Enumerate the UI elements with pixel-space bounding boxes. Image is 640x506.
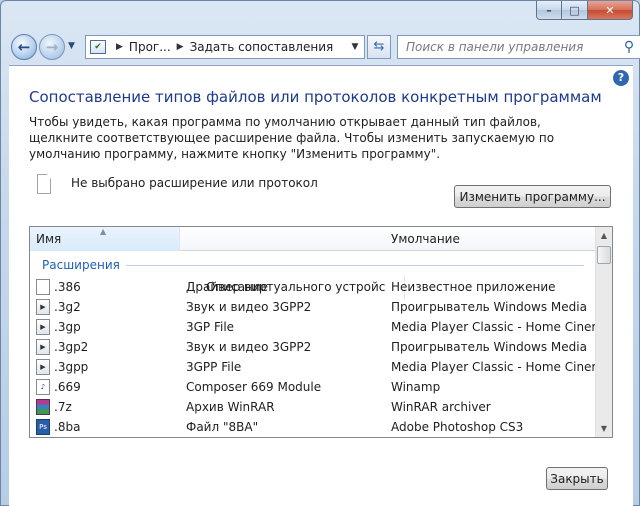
content-area: ? Сопоставление типов файлов или протоко…	[9, 65, 633, 506]
table-row[interactable]: .7z Архив WinRAR WinRAR archiver	[30, 397, 596, 417]
address-dropdown-icon[interactable]: ▼	[346, 42, 364, 52]
table-row[interactable]: ♪ .669 Composer 669 Module Winamp	[30, 377, 596, 397]
breadcrumb-separator-icon[interactable]: ▶	[116, 42, 123, 52]
group-header-extensions[interactable]: Расширения	[42, 257, 584, 273]
media-file-icon: ▶	[36, 319, 50, 335]
cell-description: Драйвер виртуального устройства	[186, 280, 385, 294]
cell-name: Ps .8ba	[30, 419, 180, 435]
cell-description: Архив WinRAR	[186, 400, 275, 414]
cell-name: ♪ .669	[30, 379, 180, 395]
column-header-name[interactable]: ▲ Имя	[30, 227, 180, 251]
extension-label: .386	[54, 280, 81, 294]
file-types-list[interactable]: ▲ Имя Описание Умолчание Расширения .386…	[29, 226, 613, 438]
media-file-icon: ▶	[36, 359, 50, 375]
cell-default: Проигрыватель Windows Media	[391, 300, 587, 314]
minimize-button[interactable]: –	[536, 1, 562, 20]
window-frame: – □ ✕ ← → ▼ ✔ ▶ Прог... ▶ Задать сопоста…	[0, 0, 640, 506]
table-row[interactable]: .386 Драйвер виртуального устройства Неи…	[30, 277, 596, 297]
address-bar[interactable]: ✔ ▶ Прог... ▶ Задать сопоставления ▼	[85, 35, 365, 59]
selection-text: Не выбрано расширение или протокол	[71, 176, 318, 190]
extension-label: .3gp	[54, 320, 81, 334]
list-rows: .386 Драйвер виртуального устройства Неи…	[30, 277, 596, 437]
close-window-button[interactable]: ✕	[588, 1, 633, 20]
table-row[interactable]: ▶ .3gp2 Звук и видео 3GPP2 Проигрыватель…	[30, 337, 596, 357]
extension-label: .3gpp	[54, 360, 89, 374]
photoshop-file-icon: Ps	[36, 419, 50, 435]
breadcrumb-programs[interactable]: Прог...	[129, 40, 171, 54]
cell-name: ▶ .3gp	[30, 319, 180, 335]
cell-name: .386	[30, 279, 180, 295]
column-header-default-label: Умолчание	[391, 232, 460, 246]
scrollbar-thumb[interactable]	[597, 246, 611, 264]
group-label: Расширения	[42, 258, 120, 272]
close-button[interactable]: Закрыть	[546, 467, 608, 490]
extension-label: .7z	[54, 400, 72, 414]
scroll-up-icon[interactable]: ▲	[596, 227, 612, 244]
winamp-file-icon: ♪	[36, 379, 50, 395]
cell-default: Adobe Photoshop CS3	[391, 420, 524, 434]
search-input[interactable]	[406, 40, 618, 54]
cell-description: 3GP File	[186, 320, 235, 334]
cell-default: Неизвестное приложение	[391, 280, 556, 294]
cell-default: Media Player Classic - Home Cinema	[391, 360, 596, 374]
cell-default: Winamp	[391, 380, 441, 394]
arrow-left-icon: ←	[17, 38, 31, 56]
forward-button[interactable]: →	[39, 34, 65, 60]
media-file-icon: ▶	[36, 339, 50, 355]
arrow-right-icon: →	[45, 38, 59, 56]
cell-default: WinRAR archiver	[391, 400, 491, 414]
winrar-file-icon	[36, 399, 50, 415]
search-box[interactable]: ⚲	[397, 35, 640, 59]
help-icon[interactable]: ?	[613, 70, 629, 86]
extension-label: .669	[54, 380, 81, 394]
navigation-bar: ← → ▼ ✔ ▶ Прог... ▶ Задать сопоставления…	[9, 31, 640, 63]
table-row[interactable]: ▶ .3g2 Звук и видео 3GPP2 Проигрыватель …	[30, 297, 596, 317]
page-title: Сопоставление типов файлов или протоколо…	[29, 88, 602, 106]
control-panel-icon: ✔	[90, 40, 106, 54]
list-header: ▲ Имя Описание Умолчание	[30, 227, 596, 299]
page-description: Чтобы увидеть, какая программа по умолча…	[29, 115, 555, 161]
sort-ascending-icon: ▲	[100, 227, 107, 236]
caption-buttons: – □ ✕	[536, 1, 633, 20]
extension-label: .8ba	[54, 420, 81, 434]
breadcrumb-separator-icon[interactable]: ▶	[177, 42, 184, 52]
refresh-button[interactable]: ⇆	[367, 35, 391, 59]
cell-description: Файл "8BA"	[186, 420, 259, 434]
search-icon[interactable]: ⚲	[618, 39, 640, 55]
media-file-icon: ▶	[36, 299, 50, 315]
change-program-button[interactable]: Изменить программу...	[454, 185, 611, 208]
cell-description: Звук и видео 3GPP2	[186, 340, 312, 354]
cell-description: Composer 669 Module	[186, 380, 322, 394]
maximize-button[interactable]: □	[562, 1, 588, 20]
extension-label: .3gp2	[54, 340, 89, 354]
table-row[interactable]: ▶ .3gpp 3GPP File Media Player Classic -…	[30, 357, 596, 377]
cell-default: Проигрыватель Windows Media	[391, 340, 587, 354]
group-divider	[125, 264, 584, 266]
recent-pages-dropdown[interactable]: ▼	[68, 41, 75, 51]
blank-file-icon	[36, 279, 50, 295]
cell-description: 3GPP File	[186, 360, 242, 374]
extension-label: .3g2	[54, 300, 81, 314]
selection-info: Не выбрано расширение или протокол	[37, 174, 318, 194]
cell-name: ▶ .3g2	[30, 299, 180, 315]
file-icon	[37, 174, 51, 194]
cell-default: Media Player Classic - Home Cinema	[391, 320, 596, 334]
breadcrumb-set-associations[interactable]: Задать сопоставления	[190, 40, 334, 54]
back-button[interactable]: ←	[11, 34, 37, 60]
column-header-name-label: Имя	[36, 232, 62, 246]
cell-description: Звук и видео 3GPP2	[186, 300, 312, 314]
vertical-scrollbar[interactable]: ▲ ▼	[595, 227, 612, 437]
table-row[interactable]: ▶ .3gp 3GP File Media Player Classic - H…	[30, 317, 596, 337]
refresh-icon: ⇆	[373, 39, 385, 54]
scroll-down-icon[interactable]: ▼	[596, 420, 612, 437]
column-header-default[interactable]: Умолчание	[385, 227, 596, 251]
table-row[interactable]: Ps .8ba Файл "8BA" Adobe Photoshop CS3	[30, 417, 596, 437]
cell-name: .7z	[30, 399, 180, 415]
cell-name: ▶ .3gp2	[30, 339, 180, 355]
cell-name: ▶ .3gpp	[30, 359, 180, 375]
